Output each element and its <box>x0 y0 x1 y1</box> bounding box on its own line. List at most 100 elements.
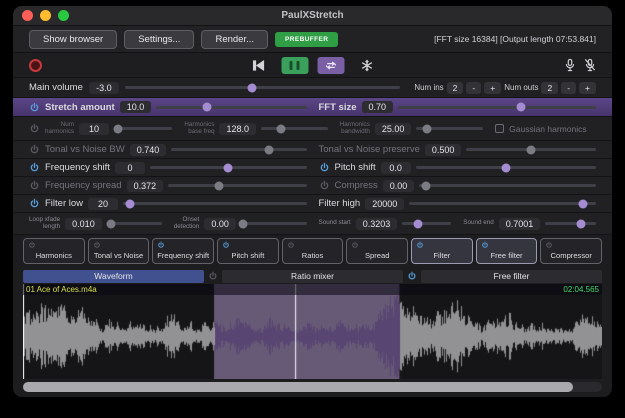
loop-button[interactable] <box>317 57 344 74</box>
record-button[interactable] <box>29 59 42 72</box>
main-volume-slider[interactable] <box>125 86 400 89</box>
ratio-mixer-power-toggle[interactable] <box>208 271 218 281</box>
zoom-window-button[interactable] <box>58 10 69 21</box>
frequency-shift-slider[interactable] <box>150 166 307 169</box>
harmonics-bandwidth-value[interactable]: 25.00 <box>375 123 412 135</box>
harmonics-bandwidth-slider[interactable] <box>416 127 483 130</box>
param-filter-high: Filter high 20000 <box>313 198 603 210</box>
sound-end-value[interactable]: 0.7001 <box>499 218 541 230</box>
module-tab-pitch-shift[interactable]: Pitch shift <box>217 238 279 264</box>
num-ins-decrement-button[interactable]: - <box>466 82 481 94</box>
module-tab-frequency-shift[interactable]: Frequency shift <box>152 238 214 264</box>
param-stretch-amount: Stretch amount 10.0 <box>23 101 313 113</box>
harmonics-base-freq-slider[interactable] <box>261 127 328 130</box>
frequency-spread-value[interactable]: 0.372 <box>127 180 164 192</box>
gaussian-harmonics-checkbox[interactable] <box>495 124 504 133</box>
paulxstretch-window: PaulXStretch Show browser Settings... Re… <box>13 6 612 397</box>
fft-size-value[interactable]: 0.70 <box>362 101 394 113</box>
num-harmonics-slider[interactable] <box>114 127 172 130</box>
loop-xfade-value[interactable]: 0.010 <box>65 218 102 230</box>
loop-xfade-slider[interactable] <box>107 222 162 225</box>
power-icon[interactable] <box>157 241 165 249</box>
sound-start-label: Sound start <box>319 220 351 227</box>
param-sound-start: Sound start 0.3203 <box>313 218 458 230</box>
main-volume-value[interactable]: -3.0 <box>89 82 119 94</box>
num-outs-increment-button[interactable]: + <box>579 82 596 94</box>
mic-icon[interactable] <box>564 58 576 72</box>
pause-icon <box>290 61 293 70</box>
filter-low-slider[interactable] <box>123 202 306 205</box>
stretch-power-toggle[interactable] <box>29 102 40 113</box>
filter-low-value[interactable]: 20 <box>88 198 118 210</box>
filter-high-slider[interactable] <box>409 202 596 205</box>
tonal-power-toggle[interactable] <box>29 144 40 155</box>
num-ins-increment-button[interactable]: + <box>484 82 501 94</box>
pause-button[interactable] <box>281 57 308 74</box>
param-onset-detection: Onset detection 0.00 <box>168 217 313 231</box>
sound-end-slider[interactable] <box>545 222 596 225</box>
tonal-bw-value[interactable]: 0.740 <box>130 144 167 156</box>
power-icon[interactable] <box>222 241 230 249</box>
num-outs-decrement-button[interactable]: - <box>561 82 576 94</box>
compress-slider[interactable] <box>419 184 596 187</box>
pitch-shift-slider[interactable] <box>416 166 596 169</box>
scrollbar-thumb[interactable] <box>23 382 573 392</box>
power-icon[interactable] <box>93 241 101 249</box>
onset-detection-slider[interactable] <box>241 222 307 225</box>
frequency-shift-value[interactable]: 0 <box>115 162 145 174</box>
frequency-shift-power-toggle[interactable] <box>29 162 40 173</box>
skip-to-start-button[interactable] <box>245 57 272 74</box>
power-icon[interactable] <box>481 241 489 249</box>
module-tab-spread[interactable]: Spread <box>346 238 408 264</box>
frequency-spread-slider[interactable] <box>168 184 306 187</box>
close-window-button[interactable] <box>22 10 33 21</box>
filter-power-toggle[interactable] <box>29 198 40 209</box>
power-icon[interactable] <box>28 241 36 249</box>
num-outs-label: Num outs <box>504 83 538 92</box>
tonal-preserve-slider[interactable] <box>466 148 596 151</box>
num-harmonics-value[interactable]: 10 <box>79 123 109 135</box>
render-button[interactable]: Render... <box>201 30 268 49</box>
mic-muted-icon[interactable] <box>584 58 596 72</box>
stretch-amount-value[interactable]: 10.0 <box>120 101 152 113</box>
filter-high-value[interactable]: 20000 <box>365 198 404 210</box>
freeze-button[interactable] <box>353 57 380 74</box>
view-tab-free-filter[interactable]: Free filter <box>421 270 602 283</box>
power-icon[interactable] <box>545 241 553 249</box>
waveform-canvas[interactable] <box>23 284 602 379</box>
module-tab-free-filter[interactable]: Free filter <box>476 238 538 264</box>
tonal-bw-slider[interactable] <box>171 148 306 151</box>
frequency-spread-power-toggle[interactable] <box>29 180 40 191</box>
harmonics-power-toggle[interactable] <box>29 123 40 134</box>
onset-detection-value[interactable]: 0.00 <box>204 218 236 230</box>
view-tab-ratio-mixer[interactable]: Ratio mixer <box>222 270 403 283</box>
free-filter-power-toggle[interactable] <box>407 271 417 281</box>
show-browser-button[interactable]: Show browser <box>29 30 117 49</box>
minimize-window-button[interactable] <box>40 10 51 21</box>
compress-power-toggle[interactable] <box>319 180 330 191</box>
sound-start-slider[interactable] <box>402 222 451 225</box>
power-icon[interactable] <box>351 241 359 249</box>
stretch-amount-slider[interactable] <box>156 106 306 109</box>
module-tab-ratios[interactable]: Ratios <box>282 238 344 264</box>
settings-button[interactable]: Settings... <box>124 30 194 49</box>
waveform-view[interactable]: 01 Ace of Aces.m4a 02:04.565 <box>23 284 602 379</box>
module-tab-compressor[interactable]: Compressor <box>540 238 602 264</box>
fft-size-slider[interactable] <box>398 106 596 109</box>
tonal-preserve-value[interactable]: 0.500 <box>425 144 462 156</box>
sound-start-value[interactable]: 0.3203 <box>356 218 398 230</box>
power-icon[interactable] <box>287 241 295 249</box>
power-icon[interactable] <box>416 241 424 249</box>
compress-value[interactable]: 0.00 <box>383 180 415 192</box>
module-tab-filter[interactable]: Filter <box>411 238 473 264</box>
scrollbar-track[interactable] <box>23 382 602 392</box>
pitch-shift-power-toggle[interactable] <box>319 162 330 173</box>
pitch-shift-value[interactable]: 0.0 <box>381 162 411 174</box>
view-tab-waveform[interactable]: Waveform <box>23 270 204 283</box>
param-compress: Compress 0.00 <box>313 180 603 192</box>
module-tab-harmonics[interactable]: Harmonics <box>23 238 85 264</box>
tonal-bw-label: Tonal vs Noise BW <box>45 144 125 155</box>
module-tab-tonal-vs-noise[interactable]: Tonal vs Noise <box>88 238 150 264</box>
harmonics-base-freq-value[interactable]: 128.0 <box>219 123 256 135</box>
slider-thumb[interactable] <box>247 83 256 92</box>
